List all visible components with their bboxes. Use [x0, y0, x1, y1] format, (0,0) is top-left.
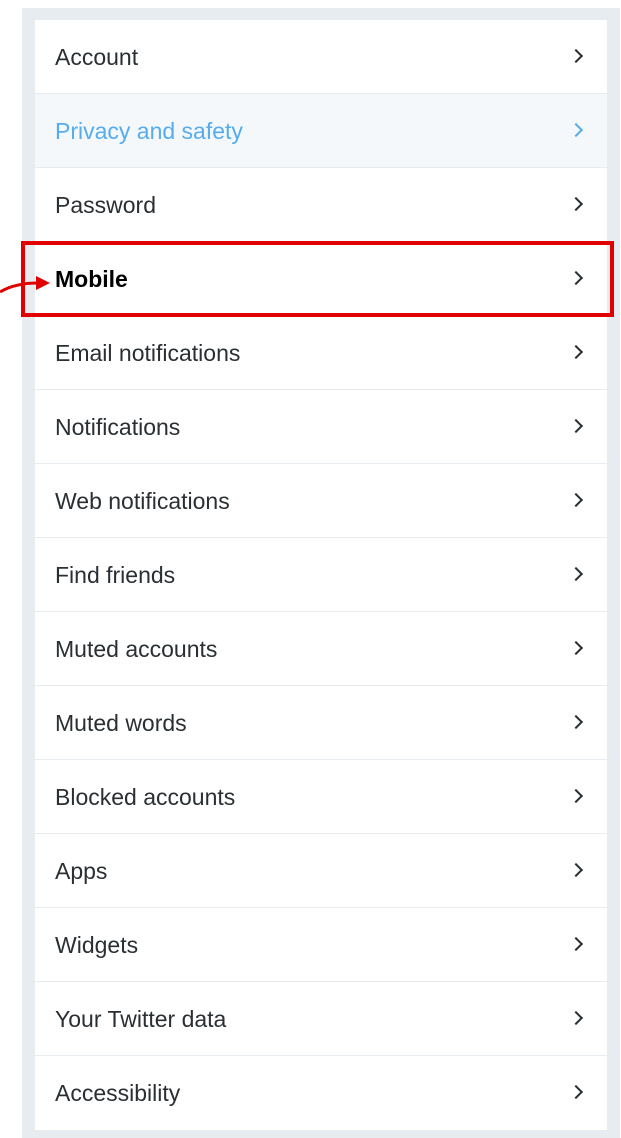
chevron-right-icon	[568, 1084, 584, 1100]
menu-item-muted-words[interactable]: Muted words	[35, 686, 607, 760]
menu-item-label: Muted accounts	[55, 636, 218, 662]
chevron-right-icon	[568, 492, 584, 508]
chevron-right-icon	[568, 48, 584, 64]
chevron-right-icon	[568, 270, 584, 286]
menu-item-muted-accounts[interactable]: Muted accounts	[35, 612, 607, 686]
menu-item-label: Password	[55, 192, 156, 218]
menu-item-label: Blocked accounts	[55, 784, 236, 810]
menu-item-label: Notifications	[55, 414, 181, 440]
menu-item-widgets[interactable]: Widgets	[35, 908, 607, 982]
menu-item-email-notifications[interactable]: Email notifications	[35, 316, 607, 390]
chevron-right-icon	[568, 936, 584, 952]
menu-item-privacy-and-safety[interactable]: Privacy and safety	[35, 94, 607, 168]
menu-item-label: Mobile	[55, 266, 128, 292]
menu-item-label: Widgets	[55, 932, 139, 958]
menu-item-label: Muted words	[55, 710, 187, 736]
menu-item-your-twitter-data[interactable]: Your Twitter data	[35, 982, 607, 1056]
menu-item-label: Your Twitter data	[55, 1006, 227, 1032]
menu-item-find-friends[interactable]: Find friends	[35, 538, 607, 612]
menu-item-label: Accessibility	[55, 1080, 181, 1106]
menu-item-label: Email notifications	[55, 340, 241, 366]
chevron-right-icon	[568, 862, 584, 878]
chevron-right-icon	[568, 788, 584, 804]
menu-item-password[interactable]: Password	[35, 168, 607, 242]
menu-item-label: Web notifications	[55, 488, 230, 514]
menu-item-blocked-accounts[interactable]: Blocked accounts	[35, 760, 607, 834]
chevron-right-icon	[568, 344, 584, 360]
menu-item-apps[interactable]: Apps	[35, 834, 607, 908]
menu-item-label: Find friends	[55, 562, 176, 588]
menu-item-label: Apps	[55, 858, 108, 884]
menu-item-notifications[interactable]: Notifications	[35, 390, 607, 464]
chevron-right-icon	[568, 640, 584, 656]
chevron-right-icon	[568, 196, 584, 212]
settings-panel: Account Privacy and safety Password Mobi…	[22, 8, 620, 1138]
chevron-right-icon	[568, 1010, 584, 1026]
chevron-right-icon	[568, 566, 584, 582]
menu-item-account[interactable]: Account	[35, 20, 607, 94]
menu-item-web-notifications[interactable]: Web notifications	[35, 464, 607, 538]
menu-item-label: Privacy and safety	[55, 118, 243, 144]
menu-item-mobile[interactable]: Mobile	[35, 242, 607, 316]
chevron-right-icon	[568, 418, 584, 434]
chevron-right-icon	[568, 714, 584, 730]
chevron-right-icon	[568, 122, 584, 138]
menu-item-label: Account	[55, 44, 139, 70]
settings-menu: Account Privacy and safety Password Mobi…	[35, 20, 607, 1130]
menu-item-accessibility[interactable]: Accessibility	[35, 1056, 607, 1130]
